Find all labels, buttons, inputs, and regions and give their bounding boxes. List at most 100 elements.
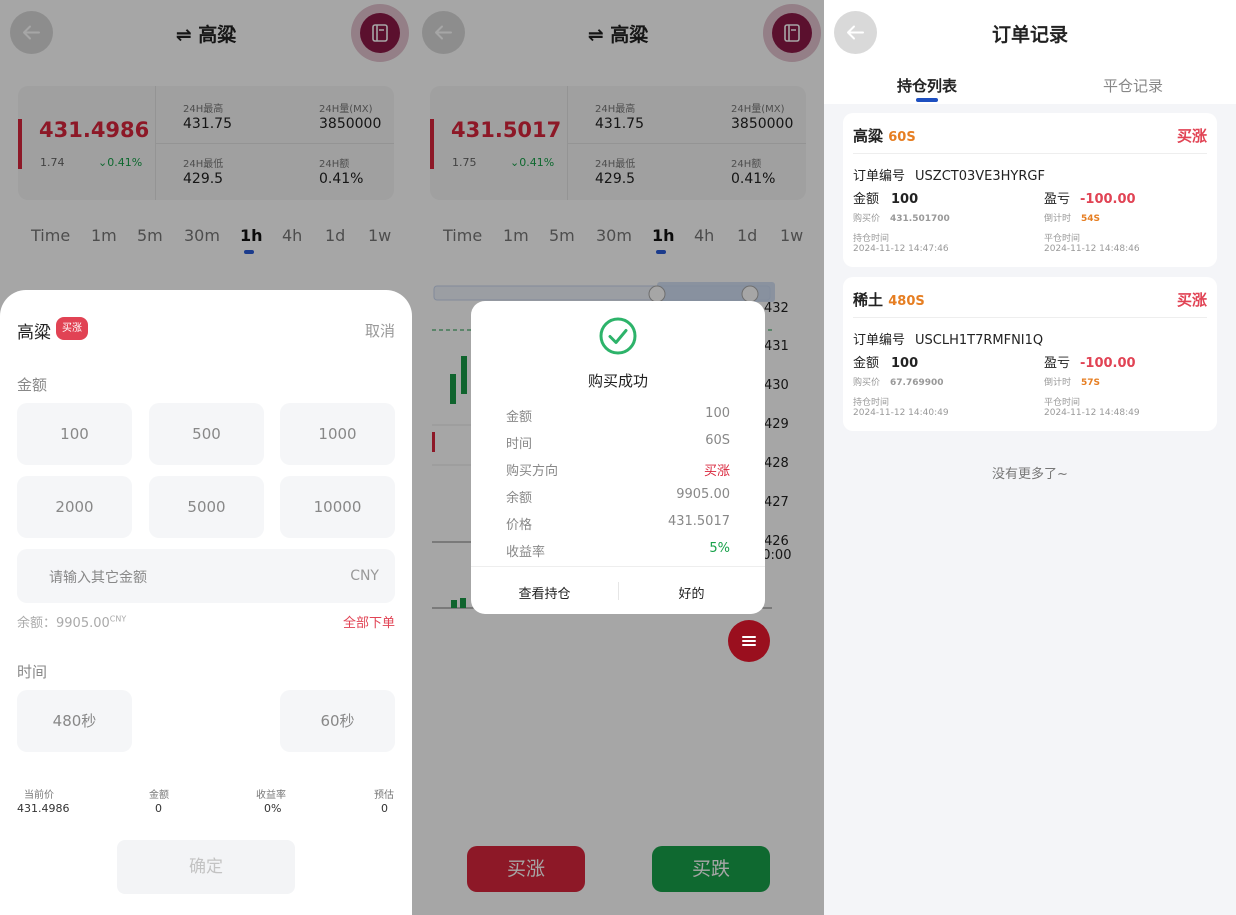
order-pl-value: -100.00 — [1080, 192, 1136, 207]
dialog-row-value: 9905.00 — [676, 487, 730, 502]
other-amount-input[interactable]: 请输入其它金额 CNY — [17, 549, 395, 603]
order-amount-label: 金额 — [853, 192, 880, 207]
order-card[interactable]: 高粱 60S 买涨 订单编号 USZCT03VE3HYRGF 金额 100 盈亏 -1… — [843, 113, 1217, 267]
buy-price-value: 431.501700 — [890, 214, 950, 224]
summary-label: 预估 — [374, 790, 394, 801]
dialog-row-label: 收益率 — [506, 545, 546, 560]
order-side: 买涨 — [1176, 291, 1207, 309]
summary-label: 金额 — [149, 790, 169, 801]
amount-option[interactable]: 5000 — [149, 476, 264, 538]
ok-button[interactable]: 好的 — [618, 583, 765, 602]
menu-icon — [742, 636, 756, 646]
order-duration: 480S — [888, 294, 925, 309]
order-number-value: USCLH1T7RMFNI1Q — [915, 333, 1044, 348]
open-time-label: 持仓时间 — [853, 234, 890, 244]
time-option[interactable]: 60秒 — [280, 690, 395, 752]
amount-option[interactable]: 100 — [17, 403, 132, 465]
cancel-button[interactable]: 取消 — [365, 320, 395, 341]
order-number-label: 订单编号 — [853, 169, 906, 184]
purchase-success-dialog: 购买成功 金额 100 时间 60S 购买方向 买涨 余额 9905.00 价格… — [471, 301, 765, 614]
order-pl: 盈亏 -100.00 — [1044, 352, 1136, 371]
success-check-icon — [599, 317, 637, 355]
time-label: 时间 — [17, 663, 48, 681]
close-time-value: 2024-11-12 14:48:49 — [1044, 408, 1140, 418]
order-side: 买涨 — [1176, 127, 1207, 145]
open-time-value: 2024-11-12 14:47:46 — [853, 244, 949, 254]
amount-label: 金额 — [17, 376, 48, 394]
order-amount-label: 金额 — [853, 356, 880, 371]
tab-closed[interactable]: 平仓记录 — [1103, 75, 1163, 96]
order-name: 稀土 480S — [853, 289, 925, 310]
buy-price-label: 购买价 — [853, 214, 881, 224]
summary-value: 0% — [264, 802, 282, 815]
other-amount-placeholder: 请输入其它金额 — [49, 570, 147, 586]
summary-value: 0 — [155, 802, 162, 815]
view-positions-button[interactable]: 查看持仓 — [471, 583, 618, 602]
orders-header: 订单记录 持仓列表 平仓记录 — [824, 0, 1236, 104]
product-name: 高粱 — [853, 127, 884, 145]
trade-panel-with-success-dialog: ⇌ 高粱 431.5017 1.75 ⌄0.41% 24H最高 431.75 2… — [412, 0, 824, 915]
divider — [471, 566, 765, 567]
confirm-button[interactable]: 确定 — [117, 840, 295, 894]
summary-label: 当前价 — [24, 790, 54, 801]
amount-option[interactable]: 1000 — [280, 403, 395, 465]
order-amount: 金额 100 — [853, 352, 918, 371]
order-amount: 金额 100 — [853, 188, 918, 207]
order-pl: 盈亏 -100.00 — [1044, 188, 1136, 207]
active-tab-indicator — [916, 98, 938, 102]
open-time-value: 2024-11-12 14:40:49 — [853, 408, 949, 418]
order-buy-price: 购买价 431.501700 — [853, 211, 950, 224]
divider — [853, 153, 1207, 154]
order-records-panel: 订单记录 持仓列表 平仓记录 高粱 60S 买涨 订单编号 USZCT03VE3H… — [824, 0, 1236, 915]
sheet-title: 高粱 — [17, 323, 51, 343]
countdown-value: 54S — [1081, 214, 1101, 224]
menu-fab[interactable] — [728, 620, 770, 662]
order-sheet: 高粱 买涨 取消 金额 100 500 1000 2000 5000 10000… — [0, 290, 412, 915]
order-name: 高粱 60S — [853, 125, 916, 146]
summary-label: 收益率 — [256, 790, 286, 801]
direction-badge: 买涨 — [56, 317, 88, 340]
order-amount-value: 100 — [891, 356, 919, 371]
dialog-row-label: 价格 — [506, 518, 533, 533]
order-pl-label: 盈亏 — [1044, 356, 1071, 371]
tab-positions[interactable]: 持仓列表 — [897, 75, 957, 96]
close-time-label: 平仓时间 — [1044, 398, 1081, 408]
countdown-value: 57S — [1081, 378, 1101, 388]
dialog-title: 购买成功 — [587, 372, 648, 390]
dialog-row-value: 买涨 — [703, 464, 730, 479]
product-name: 稀土 — [853, 291, 884, 309]
close-time-label: 平仓时间 — [1044, 234, 1081, 244]
order-number-value: USZCT03VE3HYRGF — [915, 169, 1045, 184]
dialog-row-value: 5% — [709, 541, 730, 556]
balance-currency: CNY — [109, 614, 127, 624]
balance: 余额：9905.00CNY — [17, 612, 126, 631]
dialog-row-label: 购买方向 — [506, 464, 559, 479]
amount-option[interactable]: 500 — [149, 403, 264, 465]
all-in-button[interactable]: 全部下单 — [343, 612, 395, 631]
order-duration: 60S — [888, 130, 916, 145]
trade-panel-with-order-sheet: ⇌ 高粱 431.4986 1.74 ⌄0.41% 24H最高 431.75 2… — [0, 0, 412, 915]
dialog-row-label: 余额 — [506, 491, 533, 506]
amount-option[interactable]: 10000 — [280, 476, 395, 538]
order-card[interactable]: 稀土 480S 买涨 订单编号 USCLH1T7RMFNI1Q 金额 100 盈亏 -… — [843, 277, 1217, 431]
dialog-row-label: 金额 — [506, 410, 533, 425]
dialog-row-value: 100 — [705, 406, 730, 421]
order-amount-value: 100 — [891, 192, 919, 207]
dialog-row-value: 60S — [705, 433, 730, 448]
countdown-label: 倒计时 — [1044, 214, 1072, 224]
order-pl-value: -100.00 — [1080, 356, 1136, 371]
amount-option[interactable]: 2000 — [17, 476, 132, 538]
countdown-label: 倒计时 — [1044, 378, 1072, 388]
order-buy-price: 购买价 67.769900 — [853, 375, 944, 388]
dialog-row-value: 431.5017 — [667, 514, 730, 529]
buy-price-value: 67.769900 — [890, 378, 944, 388]
summary-value: 0 — [381, 802, 388, 815]
order-number-label: 订单编号 — [853, 333, 906, 348]
order-countdown: 倒计时 54S — [1044, 211, 1100, 224]
time-option[interactable]: 480秒 — [17, 690, 132, 752]
summary-value: 431.4986 — [17, 802, 70, 815]
close-time-value: 2024-11-12 14:48:46 — [1044, 244, 1140, 254]
order-number: 订单编号 USZCT03VE3HYRGF — [853, 165, 1045, 184]
no-more-text: 没有更多了~ — [992, 467, 1068, 482]
buy-price-label: 购买价 — [853, 378, 881, 388]
